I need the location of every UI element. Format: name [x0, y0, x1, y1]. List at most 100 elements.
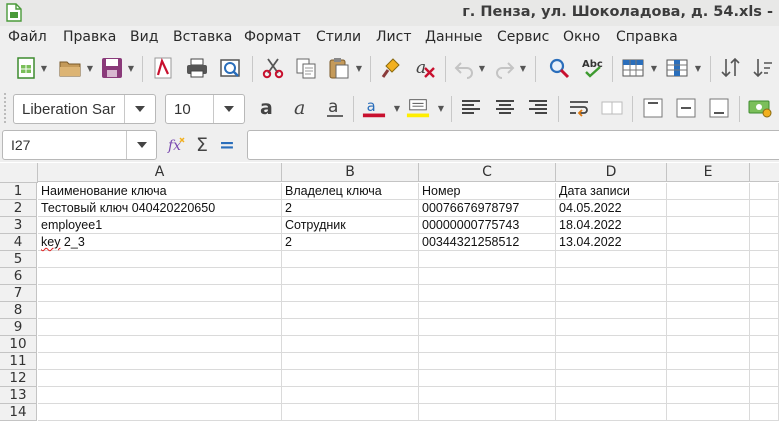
export-pdf-icon[interactable]	[151, 56, 175, 80]
row-header[interactable]: 6	[0, 268, 37, 285]
cell[interactable]	[38, 319, 282, 336]
cell[interactable]: Наименование ключа	[38, 183, 282, 200]
chevron-down-icon[interactable]	[126, 131, 156, 159]
row-header[interactable]: 10	[0, 336, 37, 353]
cell[interactable]	[556, 370, 667, 387]
cell[interactable]	[556, 353, 667, 370]
cell[interactable]: 04.05.2022	[556, 200, 667, 217]
row-header[interactable]: 3	[0, 217, 37, 234]
cell[interactable]	[667, 387, 750, 404]
clone-formatting-icon[interactable]	[380, 56, 404, 80]
print-preview-icon[interactable]	[218, 56, 242, 80]
menu-window[interactable]: Окно	[563, 29, 600, 45]
chevron-down-icon[interactable]: ▼	[437, 96, 445, 120]
column-header-b[interactable]: B	[282, 163, 419, 182]
new-spreadsheet-icon[interactable]	[14, 56, 38, 80]
cell[interactable]	[282, 268, 419, 285]
copy-icon[interactable]	[294, 56, 318, 80]
cell[interactable]	[556, 387, 667, 404]
menu-insert[interactable]: Вставка	[173, 29, 232, 45]
cell[interactable]	[750, 183, 779, 200]
column-header-e[interactable]: E	[667, 163, 750, 182]
chevron-down-icon[interactable]: ▼	[694, 56, 702, 80]
chevron-down-icon[interactable]	[124, 95, 155, 123]
redo-icon[interactable]	[493, 56, 517, 80]
cell[interactable]	[282, 285, 419, 302]
chevron-down-icon[interactable]: ▼	[650, 56, 658, 80]
cut-icon[interactable]	[261, 56, 285, 80]
row-header[interactable]: 7	[0, 285, 37, 302]
save-icon[interactable]	[100, 56, 124, 80]
cell[interactable]	[556, 251, 667, 268]
cell[interactable]	[556, 336, 667, 353]
cell[interactable]	[750, 336, 779, 353]
cell[interactable]	[282, 404, 419, 421]
menu-edit[interactable]: Правка	[63, 29, 116, 45]
menu-tools[interactable]: Сервис	[497, 29, 549, 45]
align-bottom-icon[interactable]	[707, 96, 731, 120]
cell[interactable]	[750, 268, 779, 285]
cell[interactable]	[667, 268, 750, 285]
font-color-icon[interactable]: a	[362, 96, 386, 120]
cell[interactable]	[667, 285, 750, 302]
chevron-down-icon[interactable]: ▼	[86, 56, 94, 80]
cell[interactable]: Дата записи	[556, 183, 667, 200]
row-header[interactable]: 12	[0, 370, 37, 387]
spelling-icon[interactable]: Abc	[581, 56, 605, 80]
cell[interactable]	[419, 302, 556, 319]
cell[interactable]: Сотрудник	[282, 217, 419, 234]
cell[interactable]: Номер	[419, 183, 556, 200]
cell[interactable]	[419, 268, 556, 285]
row-header[interactable]: 14	[0, 404, 37, 421]
cell[interactable]	[750, 234, 779, 251]
name-box[interactable]: I27	[2, 130, 157, 160]
cell[interactable]	[750, 217, 779, 234]
cell[interactable]	[667, 336, 750, 353]
cell[interactable]	[282, 387, 419, 404]
chevron-down-icon[interactable]: ▼	[519, 56, 527, 80]
toolbar-handle[interactable]	[4, 93, 7, 123]
cell[interactable]	[419, 404, 556, 421]
select-all-corner[interactable]	[0, 163, 38, 183]
cell[interactable]: employee1	[38, 217, 282, 234]
cell[interactable]	[556, 404, 667, 421]
cell[interactable]: 13.04.2022	[556, 234, 667, 251]
currency-format-icon[interactable]	[748, 96, 772, 120]
cell[interactable]	[667, 183, 750, 200]
cell[interactable]: 2	[282, 200, 419, 217]
cell[interactable]	[667, 217, 750, 234]
cell[interactable]	[556, 302, 667, 319]
cell[interactable]	[667, 353, 750, 370]
cell[interactable]	[38, 302, 282, 319]
cell[interactable]	[667, 200, 750, 217]
cell[interactable]	[419, 370, 556, 387]
row-header[interactable]: 5	[0, 251, 37, 268]
merge-cells-icon[interactable]	[600, 96, 624, 120]
cell[interactable]	[282, 251, 419, 268]
cell[interactable]	[750, 302, 779, 319]
italic-icon[interactable]: a	[290, 96, 314, 120]
formula-input[interactable]	[247, 130, 779, 160]
function-wizard-icon[interactable]: fx	[165, 133, 189, 157]
open-folder-icon[interactable]	[58, 56, 82, 80]
row-header[interactable]: 9	[0, 319, 37, 336]
cell[interactable]	[750, 200, 779, 217]
cell[interactable]	[667, 251, 750, 268]
menu-view[interactable]: Вид	[130, 29, 158, 45]
align-top-icon[interactable]	[641, 96, 665, 120]
sort-ascending-icon[interactable]	[751, 56, 775, 80]
underline-icon[interactable]: a	[323, 96, 347, 120]
find-replace-icon[interactable]	[547, 56, 571, 80]
cell[interactable]	[38, 370, 282, 387]
font-name-combo[interactable]: Liberation Sar	[13, 94, 156, 124]
cell[interactable]: 00076676978797	[419, 200, 556, 217]
cell[interactable]	[556, 319, 667, 336]
chevron-down-icon[interactable]: ▼	[393, 96, 401, 120]
cell[interactable]	[419, 251, 556, 268]
cell[interactable]	[750, 370, 779, 387]
align-right-icon[interactable]	[526, 96, 550, 120]
row-header[interactable]: 1	[0, 183, 37, 200]
align-middle-icon[interactable]	[674, 96, 698, 120]
highlight-color-icon[interactable]	[406, 96, 430, 120]
column-header-c[interactable]: C	[419, 163, 556, 182]
